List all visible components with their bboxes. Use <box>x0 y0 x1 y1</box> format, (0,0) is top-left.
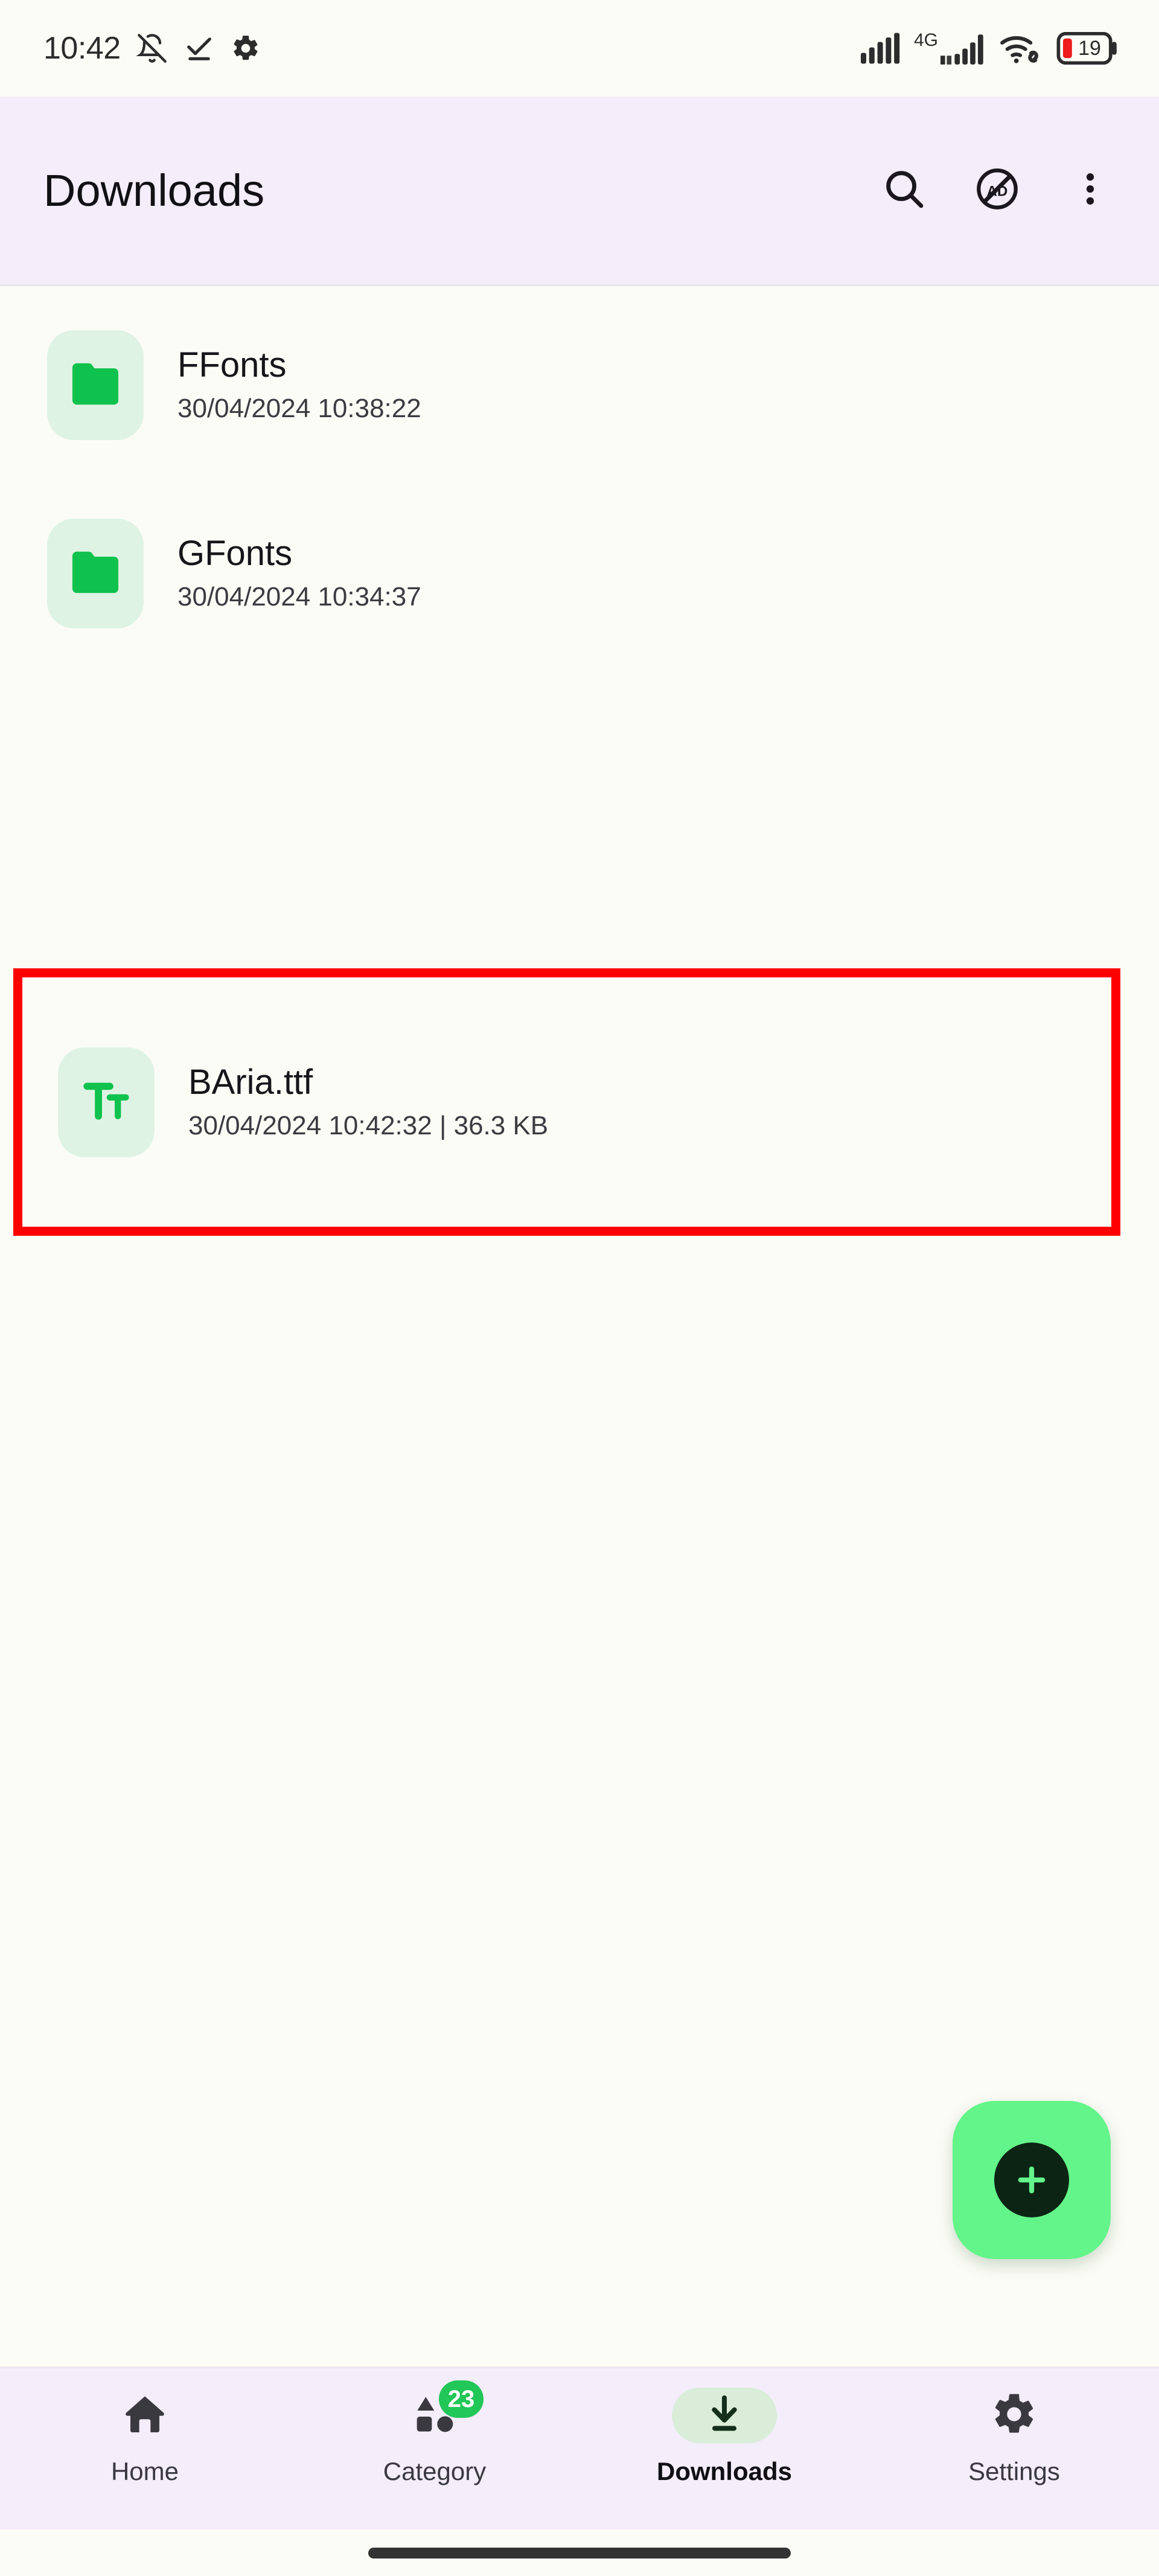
download-icon <box>702 2392 747 2440</box>
file-meta: BAria.ttf 30/04/2024 10:42:32 | 36.3 KB <box>188 1064 548 1140</box>
status-bar-right: 4G 19 <box>860 31 1119 65</box>
battery-level-text: 19 <box>1078 36 1101 60</box>
bottom-navigation-bar: Home 23 Category Downloads Settings <box>0 2367 1159 2530</box>
file-subtitle: 30/04/2024 10:34:37 <box>177 582 421 612</box>
nav-item-settings[interactable]: Settings <box>869 2388 1159 2484</box>
file-subtitle: 30/04/2024 10:42:32 | 36.3 KB <box>188 1110 549 1140</box>
file-name: BAria.ttf <box>188 1062 313 1102</box>
gear-icon <box>231 33 261 63</box>
status-bar-left: 10:42 <box>43 33 261 64</box>
file-list: FFonts 30/04/2024 10:38:22 GFonts 30/04/… <box>0 286 1159 668</box>
download-done-icon <box>184 33 215 64</box>
overflow-menu-icon <box>1069 168 1111 213</box>
signal-bars-icon <box>860 33 901 64</box>
no-ads-icon: AD <box>973 165 1021 216</box>
wifi-link-icon <box>1000 32 1043 65</box>
search-icon <box>881 165 928 216</box>
file-list-item-baria[interactable]: BAria.ttf 30/04/2024 10:42:32 | 36.3 KB <box>0 968 1159 1236</box>
nav-item-downloads[interactable]: Downloads <box>580 2388 869 2484</box>
app-bar-actions: AD <box>869 156 1125 226</box>
page-title: Downloads <box>43 165 265 216</box>
folder-icon <box>68 548 123 599</box>
nav-icon-wrap <box>962 2388 1067 2443</box>
folder-icon <box>68 360 123 411</box>
svg-text:AD: AD <box>987 183 1008 199</box>
file-list-item-baria-slot: BAria.ttf 30/04/2024 10:42:32 | 36.3 KB <box>0 968 1159 1236</box>
file-name: GFonts <box>177 534 293 574</box>
settings-gear-icon <box>990 2390 1038 2441</box>
nav-icon-wrap: 23 <box>382 2380 487 2443</box>
nav-label-active: Downloads <box>656 2457 792 2485</box>
font-file-icon <box>77 1072 136 1133</box>
file-icon-tile <box>47 330 144 440</box>
battery-icon: 19 <box>1056 32 1119 65</box>
add-button[interactable] <box>953 2101 1111 2259</box>
nav-label: Settings <box>968 2457 1060 2485</box>
home-icon <box>121 2390 169 2441</box>
plus-icon <box>994 2143 1069 2217</box>
overflow-menu-button[interactable] <box>1055 156 1125 226</box>
file-icon-tile <box>47 519 144 628</box>
system-gesture-area <box>0 2530 1159 2576</box>
phone-screen: 10:42 4G 19 Downloads AD FFonts 30/04/20… <box>0 0 1159 2576</box>
nav-label: Home <box>110 2457 179 2485</box>
nav-icon-wrap-active <box>672 2388 777 2443</box>
downloads-content: FFonts 30/04/2024 10:38:22 GFonts 30/04/… <box>0 286 1159 2367</box>
home-indicator[interactable] <box>368 2547 791 2558</box>
category-badge: 23 <box>439 2380 484 2418</box>
signal-bars-4g-icon: 4G <box>914 31 986 65</box>
status-clock: 10:42 <box>43 31 121 66</box>
file-name: FFonts <box>177 345 287 385</box>
file-list-item-gfonts[interactable]: GFonts 30/04/2024 10:34:37 <box>0 479 1159 668</box>
file-list-item-ffonts[interactable]: FFonts 30/04/2024 10:38:22 <box>0 291 1159 479</box>
nav-item-category[interactable]: 23 Category <box>290 2380 580 2485</box>
app-bar: Downloads AD <box>0 97 1159 286</box>
network-type-label: 4G <box>913 30 938 50</box>
file-meta: GFonts 30/04/2024 10:34:37 <box>177 535 421 611</box>
search-button[interactable] <box>869 156 939 226</box>
nav-item-home[interactable]: Home <box>0 2388 290 2484</box>
file-icon-tile <box>58 1047 155 1157</box>
nav-icon-wrap <box>92 2388 197 2443</box>
status-bar: 10:42 4G 19 <box>0 0 1159 97</box>
bell-off-icon <box>136 33 168 64</box>
nav-label: Category <box>383 2457 487 2485</box>
file-subtitle: 30/04/2024 10:38:22 <box>177 394 421 424</box>
file-meta: FFonts 30/04/2024 10:38:22 <box>177 347 421 423</box>
no-ads-button[interactable]: AD <box>962 156 1032 226</box>
